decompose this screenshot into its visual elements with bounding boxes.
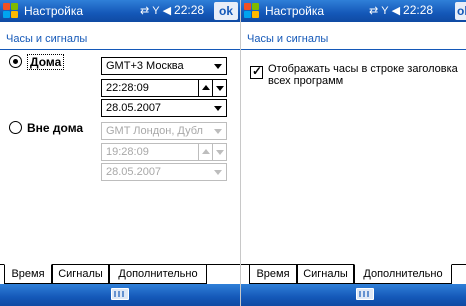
home-time-value: 22:28:09	[106, 82, 149, 94]
away-radio[interactable]	[9, 121, 22, 134]
network-sync-icon[interactable]: ⇄	[140, 5, 149, 17]
away-timezone-value: GMT Лондон, Дубл	[106, 125, 203, 137]
chevron-down-icon	[214, 129, 222, 134]
chevron-down-icon[interactable]	[214, 106, 222, 111]
home-timezone-value: GMT+3 Москва	[106, 60, 184, 72]
app-title: Настройка	[24, 4, 84, 18]
section-divider	[241, 49, 466, 50]
app-title: Настройка	[265, 4, 325, 18]
windows-start-icon[interactable]	[244, 3, 260, 19]
clock-time[interactable]: 22:28	[403, 3, 433, 17]
soft-key-bar	[241, 284, 466, 306]
home-date-field[interactable]: 28.05.2007	[101, 99, 227, 117]
settings-screen-advanced: Настройка ⇄Y ◀22:28 ok Часы и сигналы Ото…	[240, 0, 466, 306]
ok-button[interactable]: ok	[455, 2, 466, 20]
home-radio[interactable]	[9, 55, 22, 68]
home-time-field[interactable]: 22:28:09	[101, 79, 227, 97]
home-radio-label[interactable]: Дома	[27, 54, 65, 70]
tab-time[interactable]: Время	[4, 264, 52, 284]
ok-button[interactable]: ok	[214, 2, 238, 20]
chevron-down-icon	[214, 170, 222, 175]
away-date-field: 28.05.2007	[101, 163, 227, 181]
show-clock-checkbox[interactable]	[250, 64, 263, 79]
signal-strength-icon[interactable]: Y	[381, 5, 388, 17]
signal-strength-icon[interactable]: Y	[152, 5, 159, 17]
soft-key-bar	[0, 284, 240, 306]
title-bar: Настройка ⇄Y ◀22:28 ok	[241, 0, 466, 22]
away-time-value: 19:28:09	[106, 146, 149, 158]
arrow-up-icon	[199, 144, 213, 160]
title-bar: Настройка ⇄Y ◀22:28 ok	[0, 0, 240, 22]
section-title: Часы и сигналы	[247, 33, 329, 45]
arrow-down-icon[interactable]	[213, 80, 226, 96]
windows-start-icon[interactable]	[3, 3, 19, 19]
tab-alarms[interactable]: Сигналы	[52, 264, 109, 284]
section-divider	[0, 49, 240, 50]
clock-time[interactable]: 22:28	[174, 3, 204, 17]
tab-bar: Время Сигналы Дополнительно	[241, 264, 466, 284]
status-icons: ⇄ Y ◀ 22:28	[369, 3, 433, 17]
speaker-icon[interactable]: ◀	[163, 5, 171, 17]
tab-advanced[interactable]: Дополнительно	[109, 264, 207, 284]
away-radio-label[interactable]: Вне дома	[27, 121, 83, 135]
away-timezone-select: GMT Лондон, Дубл	[101, 122, 227, 140]
status-icons: ⇄ Y ◀ 22:28	[140, 3, 204, 17]
away-time-field: 19:28:09	[101, 143, 227, 161]
home-date-value: 28.05.2007	[106, 102, 162, 114]
arrow-down-icon	[213, 144, 226, 160]
show-clock-label[interactable]: Отображать часы в строке заголовка всех …	[268, 63, 458, 87]
tab-bar: Время Сигналы Дополнительно	[0, 264, 240, 284]
tab-time[interactable]: Время	[249, 264, 297, 284]
tab-advanced[interactable]: Дополнительно	[354, 264, 452, 284]
arrow-up-icon[interactable]	[199, 80, 213, 96]
home-timezone-select[interactable]: GMT+3 Москва	[101, 57, 227, 75]
section-title: Часы и сигналы	[6, 33, 88, 45]
time-spinner	[198, 144, 226, 160]
time-spinner[interactable]	[198, 80, 226, 96]
away-date-value: 28.05.2007	[106, 166, 162, 178]
settings-screen-time: Настройка ⇄ Y ◀ 22:28 ok Часы и сигналы Дом…	[0, 0, 240, 306]
keyboard-icon[interactable]	[111, 288, 129, 300]
keyboard-icon[interactable]	[356, 288, 374, 300]
tab-alarms[interactable]: Сигналы	[297, 264, 354, 284]
speaker-icon[interactable]: ◀	[392, 5, 400, 17]
network-sync-icon[interactable]: ⇄	[369, 5, 378, 17]
chevron-down-icon[interactable]	[214, 64, 222, 69]
